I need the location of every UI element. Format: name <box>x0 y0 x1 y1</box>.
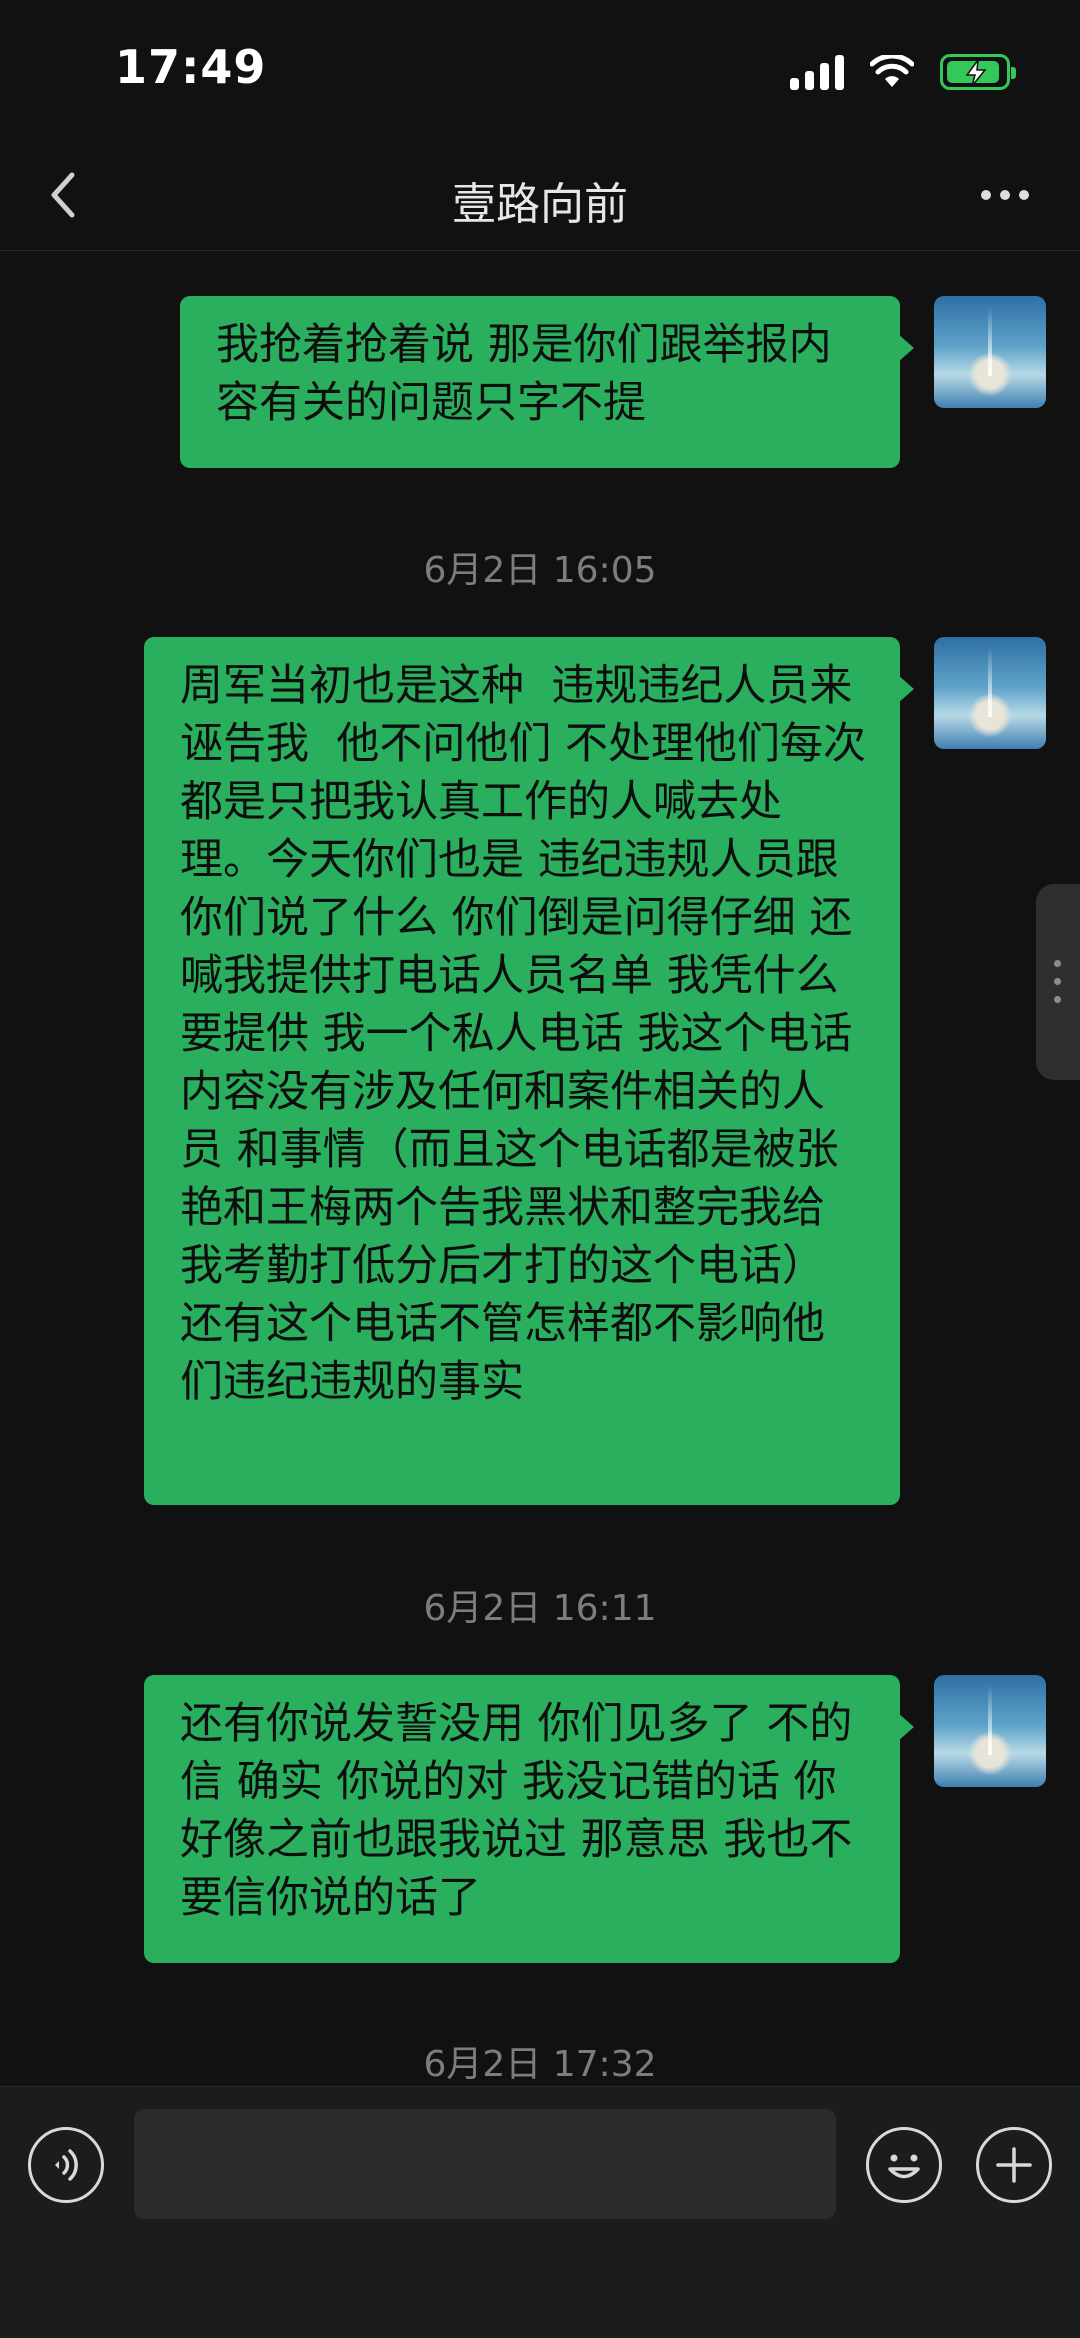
status-bar: 17:49 <box>0 0 1080 140</box>
status-icons <box>790 50 1016 94</box>
voice-icon <box>55 2149 78 2181</box>
avatar[interactable] <box>934 1675 1046 1787</box>
timestamp: 6月2日 17:32 <box>423 2044 657 2085</box>
battery-charging-icon <box>940 54 1016 90</box>
chat-title: 壹路向前 <box>452 179 628 230</box>
message-bubble[interactable]: 还有你说发誓没用 你们见多了 不的信 确实 你说的对 我没记错的话 你好像之前也… <box>144 1675 914 1963</box>
emoji-icon <box>888 2154 920 2179</box>
chat-area[interactable]: 我抢着抢着说 那是你们跟举报内容有关的问题只字不提 6月2日 16:05 周军当… <box>0 251 1080 2086</box>
avatar[interactable] <box>934 296 1046 408</box>
message-bubble[interactable]: 周军当初也是这种 违规违纪人员来诬告我 他不问他们 不处理他们每次都是只把我认真… <box>144 637 914 1505</box>
avatar[interactable] <box>934 637 1046 749</box>
timestamp: 6月2日 16:05 <box>423 550 657 591</box>
scroll-handle[interactable] <box>1036 884 1080 1080</box>
message-bubble[interactable]: 我抢着抢着说 那是你们跟举报内容有关的问题只字不提 <box>180 296 914 468</box>
emoji-button[interactable] <box>866 2127 942 2203</box>
plus-icon <box>996 2147 1032 2183</box>
status-time: 17:49 <box>115 40 267 94</box>
voice-button[interactable] <box>28 2127 104 2203</box>
message-input[interactable] <box>134 2109 836 2219</box>
wifi-icon <box>870 55 914 87</box>
input-bar <box>0 2086 1080 2338</box>
plus-button[interactable] <box>976 2127 1052 2203</box>
more-dots-icon[interactable] <box>970 170 1040 220</box>
timestamp: 6月2日 16:11 <box>423 1588 657 1629</box>
nav-bar: 壹路向前 <box>0 140 1080 251</box>
signal-icon <box>790 54 844 90</box>
